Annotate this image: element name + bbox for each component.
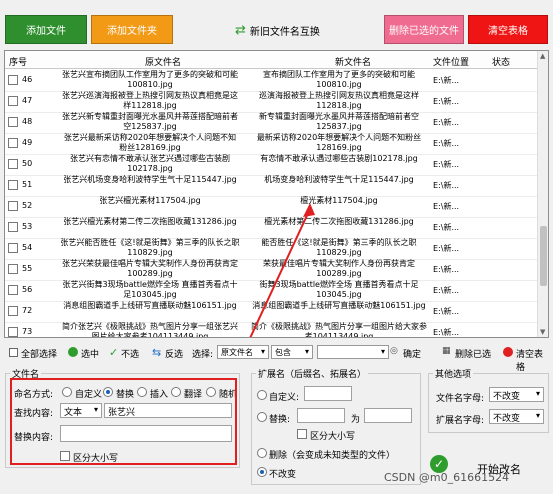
swap-label: 新旧文件名互换: [249, 26, 320, 38]
field-select[interactable]: 原文件名: [217, 345, 269, 359]
clear-icon[interactable]: [503, 347, 513, 357]
ext-case-label[interactable]: 区分大小写: [310, 429, 355, 442]
unselect-icon[interactable]: ✓: [109, 346, 118, 359]
select-icon[interactable]: [68, 347, 78, 357]
delete-icon[interactable]: ▦: [442, 346, 451, 356]
ext-nochange-radio[interactable]: [257, 467, 267, 477]
ext-case-select[interactable]: 不改变: [489, 409, 544, 424]
extension-group-title: 扩展名（后缀名、拓展名）: [256, 367, 369, 380]
swap-icon: ⇄: [235, 22, 246, 38]
invert-label[interactable]: 反选: [165, 347, 183, 360]
ext-find-input[interactable]: [297, 408, 345, 423]
fname-case-label: 文件名字母:: [436, 394, 485, 404]
condition-select[interactable]: 包含: [271, 345, 313, 359]
confirm-button[interactable]: 确定: [403, 347, 421, 360]
file-table: 序号 原文件名 新文件名 文件位置 状态 46 张艺兴宣布摘团队工作室用为了更多的…: [4, 50, 549, 338]
ext-custom-radio[interactable]: [257, 390, 267, 400]
ext-case-checkbox[interactable]: [297, 429, 307, 439]
highlight-box: [10, 378, 237, 465]
select-all-checkbox[interactable]: [9, 348, 18, 357]
clear-table-link[interactable]: 清空表格: [516, 347, 549, 373]
unselect-label[interactable]: 不选: [121, 347, 139, 360]
select-label[interactable]: 选中: [81, 347, 99, 360]
ext-case-opt-label: 扩展名字母:: [436, 416, 485, 426]
ext-custom-label[interactable]: 自定义:: [269, 390, 299, 403]
delete-selected-button[interactable]: 删除已选的文件: [384, 15, 464, 44]
ext-replace-radio[interactable]: [257, 412, 267, 422]
arrow-annotation: [249, 203, 315, 337]
clear-table-button[interactable]: 清空表格: [468, 15, 548, 44]
swap-names-button[interactable]: ⇄ 新旧文件名互换: [235, 20, 345, 40]
ext-delete-radio[interactable]: [257, 448, 267, 458]
confirm-icon[interactable]: ◎: [390, 346, 398, 356]
condition-input[interactable]: [317, 345, 389, 359]
add-file-button[interactable]: 添加文件: [5, 15, 87, 44]
other-options-title: 其他选项: [433, 367, 474, 380]
ext-delete-label[interactable]: 删除（会变成未知类型的文件）: [269, 448, 395, 461]
ext-as-label: 为: [351, 415, 361, 425]
select-all-label[interactable]: 全部选择: [21, 347, 57, 360]
ext-replace-input[interactable]: [364, 408, 412, 423]
watermark-text: CSDN @m0_61661524: [384, 471, 510, 484]
ext-custom-input[interactable]: [304, 386, 352, 401]
add-folder-button[interactable]: 添加文件夹: [91, 15, 173, 44]
selection-toolbar: 全部选择 选中 ✓ 不选 ⇆ 反选 选择: 原文件名 包含 ◎ 确定 ▦ 删除已…: [4, 344, 549, 373]
invert-icon[interactable]: ⇆: [152, 346, 161, 359]
ext-replace-label[interactable]: 替换:: [269, 412, 290, 425]
choose-label: 选择:: [192, 350, 214, 360]
ext-nochange-label[interactable]: 不改变: [269, 467, 296, 480]
delete-selected-link[interactable]: 删除已选: [455, 347, 491, 360]
fname-case-select[interactable]: 不改变: [489, 387, 544, 402]
